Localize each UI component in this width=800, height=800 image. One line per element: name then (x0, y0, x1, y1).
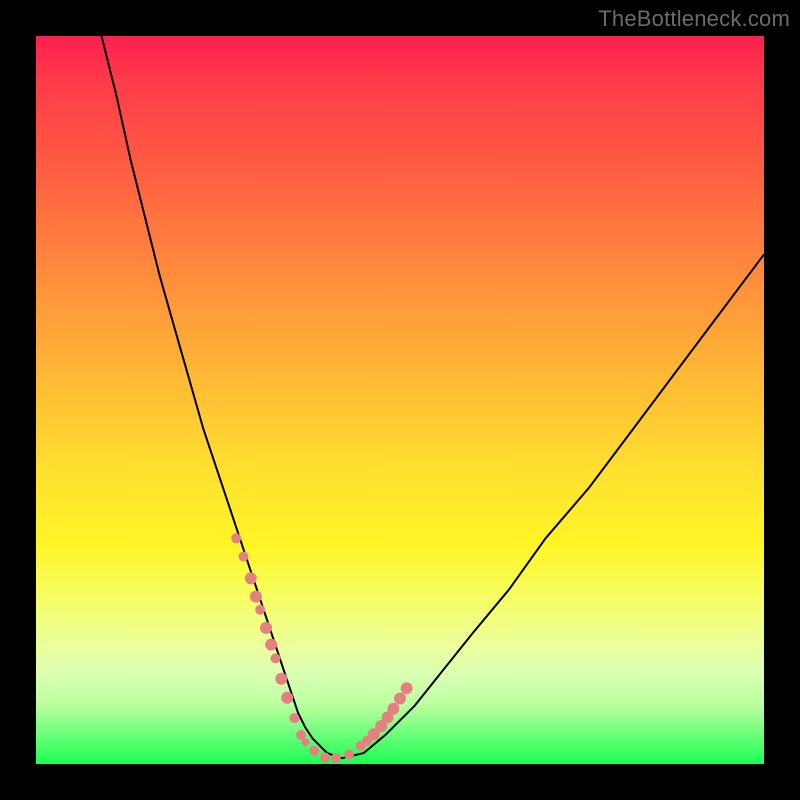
data-dot (275, 673, 287, 685)
data-dot (281, 692, 293, 704)
plot-area (36, 36, 764, 764)
bottleneck-curve (102, 36, 765, 758)
data-dot (255, 605, 265, 615)
watermark-text: TheBottleneck.com (598, 6, 790, 32)
data-dot (239, 552, 249, 562)
data-dot (231, 533, 241, 543)
data-dot (331, 753, 341, 763)
data-dot (401, 682, 413, 694)
data-dot (387, 703, 399, 715)
data-dot (320, 752, 330, 762)
data-dot (394, 693, 406, 705)
data-dots-group (231, 533, 412, 763)
data-dot (289, 713, 299, 723)
data-dot (245, 572, 257, 584)
data-dot (260, 622, 272, 634)
data-dot (265, 639, 277, 651)
data-dot (250, 591, 262, 603)
data-dot (271, 653, 281, 663)
chart-frame: TheBottleneck.com (0, 0, 800, 800)
chart-overlay (36, 36, 764, 764)
data-dot (344, 750, 354, 760)
data-dot (301, 738, 309, 746)
data-dot (309, 746, 319, 756)
